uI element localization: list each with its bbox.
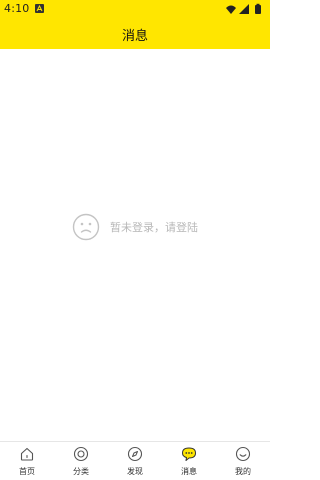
compass-icon [127, 446, 143, 462]
tab-discover-label: 发现 [127, 467, 143, 476]
home-icon [20, 447, 34, 461]
signal-icon [239, 4, 249, 14]
tab-home-label: 首页 [19, 467, 35, 476]
message-icon [182, 447, 196, 461]
notification-icon [35, 4, 44, 13]
page-title: 消息 [121, 29, 148, 44]
login-prompt-text[interactable]: 暂未登录，请登陆 [110, 219, 198, 235]
tab-category[interactable]: 分类 [54, 446, 108, 478]
tab-messages-label: 消息 [181, 467, 197, 476]
empty-state: 暂未登录，请登陆 [72, 212, 198, 242]
tab-profile-label: 我的 [235, 467, 251, 476]
category-icon [73, 446, 89, 462]
tab-profile[interactable]: 我的 [216, 446, 270, 478]
wifi-icon [226, 5, 236, 14]
status-icons [226, 3, 261, 14]
profile-icon [235, 446, 251, 462]
sad-face-icon [72, 213, 100, 241]
tab-home[interactable]: 首页 [0, 446, 54, 478]
battery-icon [255, 5, 261, 14]
header: 消息 [0, 18, 270, 49]
bottom-tab-bar: 首页 分类 发现 消息 我的 [0, 441, 270, 480]
tab-messages[interactable]: 消息 [162, 446, 216, 478]
status-bar: 4:10 [0, 0, 270, 18]
tab-category-label: 分类 [73, 467, 89, 476]
status-time: 4:10 [4, 2, 30, 15]
tab-discover[interactable]: 发现 [108, 446, 162, 478]
